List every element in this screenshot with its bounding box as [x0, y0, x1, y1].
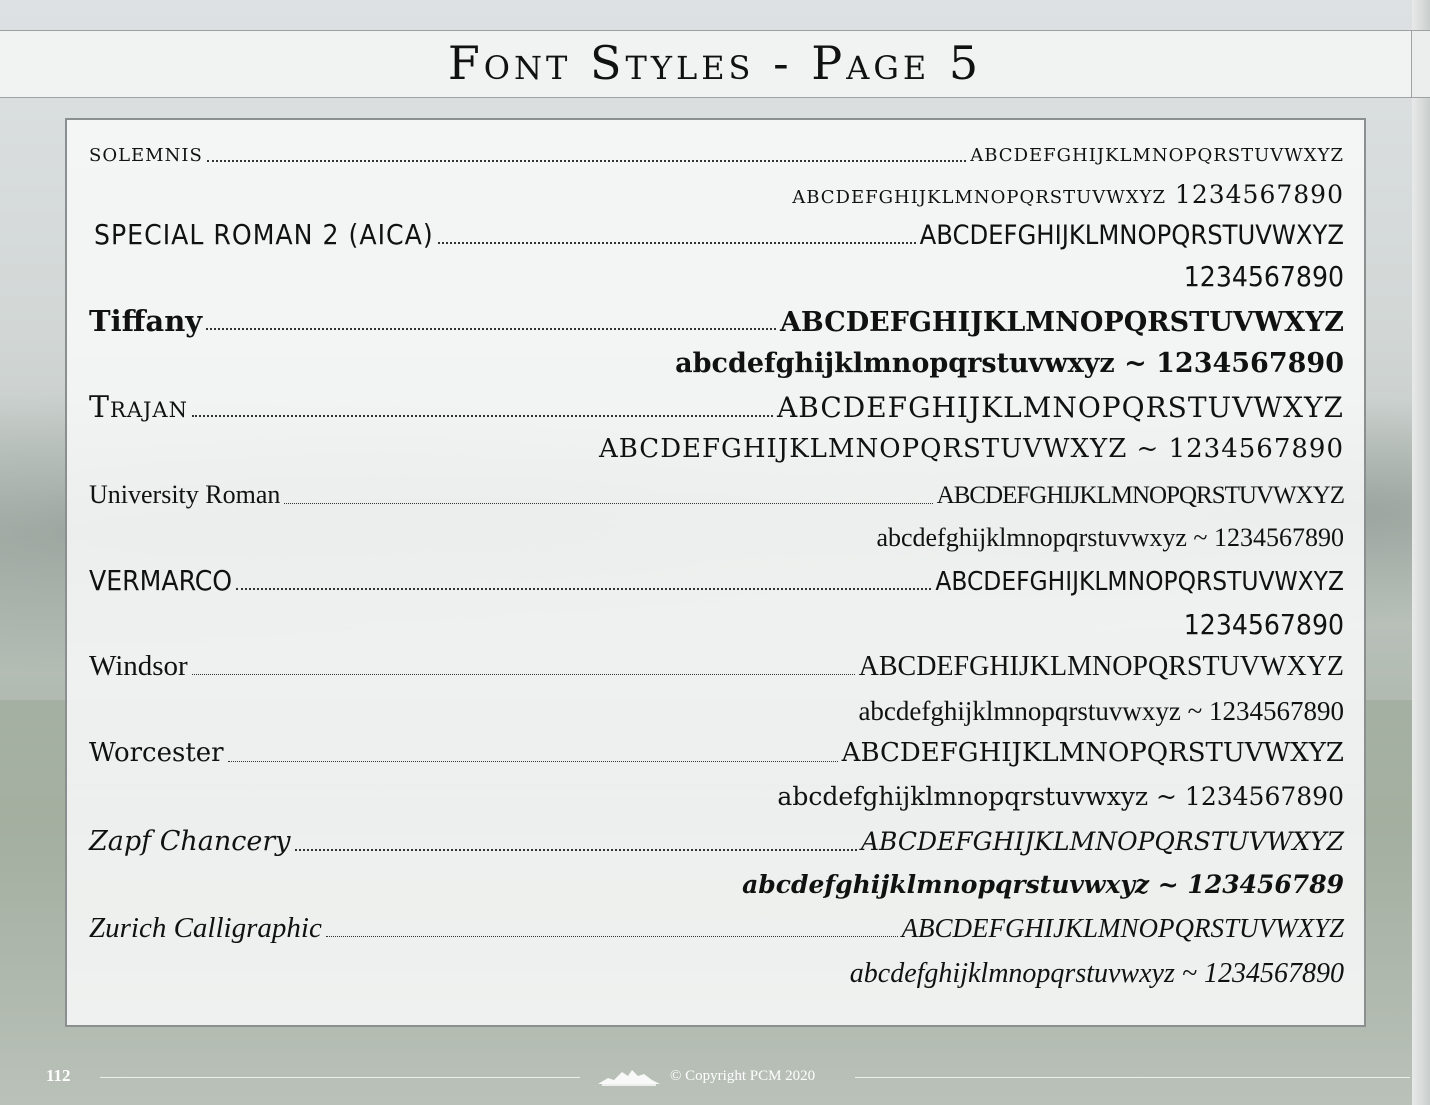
font-sample-second-line: abcdefghijklmnopqrstuvwxyz 1234567890: [792, 180, 1344, 209]
font-sample-second-line: abcdefghijklmnopqrstuvwxyz ~ 1234567890: [876, 523, 1344, 552]
copyright-text: © Copyright PCM 2020: [670, 1068, 816, 1084]
dot-leader: [191, 674, 855, 675]
font-row-university-roman: University Roman ABCDEFGHIJKLMNOPQRSTUVW…: [89, 480, 1345, 510]
font-name: Worcester: [89, 738, 224, 768]
font-name: Trajan: [89, 390, 188, 425]
font-sample-upper: ABCDEFGHIJKLMNOPQRSTUVWXYZ: [777, 391, 1344, 424]
font-sample-upper: ABCDEFGHIJKLMNOPQRSTUVWXYZ: [858, 651, 1344, 682]
font-row-trajan: Trajan ABCDEFGHIJKLMNOPQRSTUVWXYZ: [89, 390, 1344, 425]
font-sample-upper: ABCDEFGHIJKLMNOPQRSTUVWXYZ: [935, 567, 1344, 597]
font-name: VERMARCO: [89, 564, 233, 597]
font-sample-second-line: 1234567890: [1183, 260, 1344, 293]
font-name: Tiffany: [89, 304, 203, 338]
font-sample-second-line: abcdefghijklmnopqrstuvwxyz ~ 1234567890: [858, 696, 1344, 726]
right-edge-strip: [1412, 0, 1430, 1105]
font-name: SPECIAL ROMAN 2 (AICA): [94, 218, 434, 251]
font-sample-upper: abcdefghijklmnopqrstuvwxyz: [970, 138, 1344, 167]
font-sample-upper: ABCDEFGHIJKLMNOPQRSTUVWXYZ: [841, 738, 1344, 768]
font-name: University Roman: [89, 480, 281, 509]
font-row-vermarco: VERMARCO ABCDEFGHIJKLMNOPQRSTUVWXYZ: [89, 564, 1344, 597]
font-sample-second-line: abcdefghijklmnopqrstuvwxyz ~ 123456789: [742, 870, 1344, 899]
font-sample-second-line: abcdefghijklmnopqrstuvwxyz ~ 1234567890: [675, 348, 1344, 379]
font-name: Zapf Chancery: [89, 826, 291, 857]
font-row-worcester: Worcester ABCDEFGHIJKLMNOPQRSTUVWXYZ: [89, 738, 1344, 768]
font-sample-upper: ABCDEFGHIJKLMNOPQRSTUVWXYZ: [860, 827, 1344, 856]
page-number: 112: [46, 1066, 71, 1085]
font-row-zurich-calligraphic: Zurich Calligraphic ABCDEFGHIJKLMNOPQRST…: [89, 912, 1344, 945]
font-sample-upper: ABCDEFGHIJKLMNOPQRSTUVWXYZ: [901, 913, 1344, 943]
font-list-panel: solemnis abcdefghijklmnopqrstuvwxyz abcd…: [65, 118, 1366, 1027]
footer-rule-left: [100, 1077, 580, 1078]
dot-leader: [437, 241, 916, 244]
font-sample-upper: ABCDEFGHIJKLMNOPQRSTUVWXYZ: [779, 307, 1344, 338]
font-sample-second-line: ABCDEFGHIJKLMNOPQRSTUVWXYZ ~ 1234567890: [598, 434, 1344, 464]
dot-leader: [284, 502, 933, 504]
dot-leader: [227, 760, 838, 762]
font-sample-second-line: abcdefghijklmnopqrstuvwxyz ~ 1234567890: [777, 782, 1344, 811]
dot-leader: [206, 159, 967, 162]
font-sample-second-line: abcdefghijklmnopqrstuvwxyz ~ 1234567890: [849, 958, 1344, 989]
footer-rule-right: [855, 1077, 1410, 1078]
mountain-icon: [598, 1070, 660, 1086]
font-name: Zurich Calligraphic: [89, 912, 322, 944]
font-row-windsor: Windsor ABCDEFGHIJKLMNOPQRSTUVWXYZ: [89, 650, 1344, 683]
font-sample-upper: ABCDEFGHIJKLMNOPQRSTUVWXYZ: [936, 482, 1345, 509]
font-sample-second-line: 1234567890: [1183, 608, 1344, 641]
font-name: Windsor: [89, 650, 188, 682]
page-title: Font Styles - Page 5: [447, 36, 983, 90]
dot-leader: [294, 848, 857, 851]
dot-leader: [236, 587, 932, 590]
font-row-special-roman: SPECIAL ROMAN 2 (AICA) ABCDEFGHIJKLMNOPQ…: [89, 218, 1344, 251]
dot-leader: [325, 936, 898, 937]
dot-leader: [191, 414, 774, 417]
font-name: solemnis: [89, 138, 203, 167]
font-row-solemnis: solemnis abcdefghijklmnopqrstuvwxyz: [89, 138, 1344, 167]
dot-leader: [206, 328, 776, 330]
font-row-tiffany: Tiffany ABCDEFGHIJKLMNOPQRSTUVWXYZ: [89, 304, 1344, 338]
font-sample-upper: ABCDEFGHIJKLMNOPQRSTUVWXYZ: [919, 220, 1344, 251]
font-row-zapf-chancery: Zapf Chancery ABCDEFGHIJKLMNOPQRSTUVWXYZ: [89, 826, 1344, 857]
